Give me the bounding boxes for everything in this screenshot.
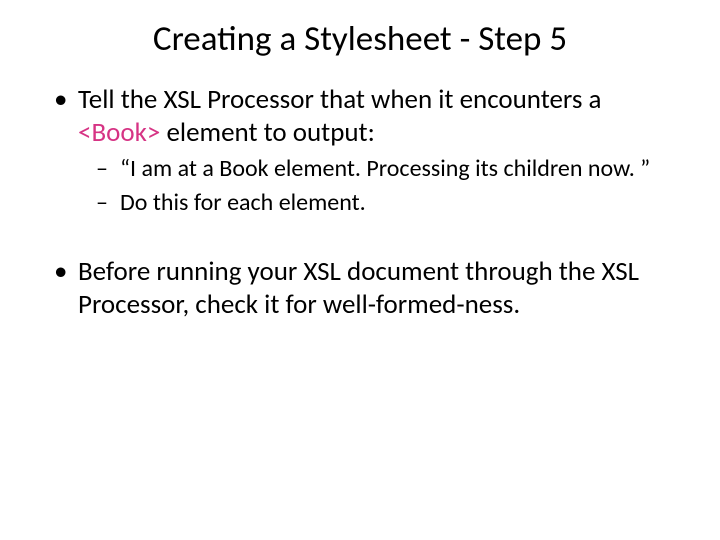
bullet-1-sub-1: “I am at a Book element. Processing its … (92, 154, 680, 184)
slide-title: Creating a Stylesheet - Step 5 (40, 18, 680, 60)
bullet-2: Before running your XSL document through… (52, 256, 680, 322)
spacer (40, 238, 680, 256)
bullet-1-sublist: “I am at a Book element. Processing its … (92, 154, 680, 218)
bullet-1-sub-2: Do this for each element. (92, 188, 680, 218)
bullet-1-code: <Book> (78, 116, 160, 149)
slide: Creating a Stylesheet - Step 5 Tell the … (0, 0, 720, 540)
bullet-list: Tell the XSL Processor that when it enco… (52, 84, 680, 218)
bullet-1-text-pre: Tell the XSL Processor that when it enco… (78, 83, 601, 116)
bullet-1: Tell the XSL Processor that when it enco… (52, 84, 680, 218)
bullet-1-text-post: element to output: (160, 116, 374, 149)
bullet-list-2: Before running your XSL document through… (52, 256, 680, 322)
